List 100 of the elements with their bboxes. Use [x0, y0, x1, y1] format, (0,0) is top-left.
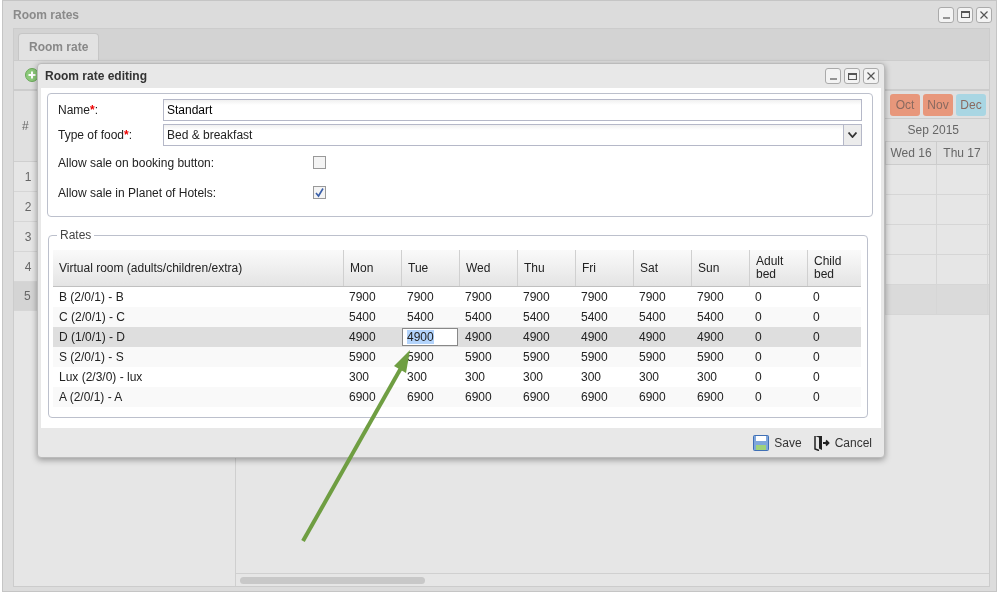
table-cell: 5900	[581, 350, 608, 364]
field-label: Allow sale on booking button:	[58, 155, 216, 170]
table-cell: 300	[697, 370, 718, 384]
table-row[interactable]: A (2/0/1) - A 6900 6900 6900 6900 6900 6900 6900 0 0	[53, 387, 861, 407]
table-cell: 5900	[407, 350, 434, 364]
table-cell: 300	[465, 370, 486, 384]
table-cell: 0	[755, 290, 762, 304]
column-header: Thu	[517, 250, 575, 286]
table-cell: 5900	[465, 350, 492, 364]
table-cell: 5400	[407, 310, 434, 324]
checkbox[interactable]	[313, 156, 326, 169]
maximize-button[interactable]	[957, 6, 973, 23]
table-cell: 0	[813, 330, 820, 344]
table-cell: 300	[407, 370, 428, 384]
field-label: Name	[58, 103, 90, 117]
table-cell: D (1/0/1) - D	[59, 330, 125, 344]
row-number: 3	[24, 229, 32, 244]
table-cell: 4900	[697, 330, 724, 344]
column-header: Sat	[633, 250, 691, 286]
table-cell: 7900	[697, 290, 724, 304]
table-cell: 0	[755, 390, 762, 404]
colon-label: :	[94, 103, 99, 117]
close-button[interactable]	[863, 68, 879, 84]
maximize-button[interactable]	[844, 68, 860, 84]
table-cell: 5900	[523, 350, 550, 364]
table-cell: 6900	[697, 390, 724, 404]
table-cell: 300	[639, 370, 660, 384]
column-header: #	[22, 119, 29, 133]
table-cell: 6900	[349, 390, 376, 404]
maximize-icon	[960, 11, 970, 18]
row-number: 2	[24, 199, 32, 214]
table-cell: 0	[813, 310, 820, 324]
column-header: Thu 17	[936, 142, 988, 164]
table-cell: 4900	[465, 330, 492, 344]
table-row[interactable]: B (2/0/1) - B 7900 7900 7900 7900 7900 7900 7900 0 0	[53, 287, 861, 307]
table-cell: 4900	[349, 330, 376, 344]
table-cell: 7900	[349, 290, 376, 304]
table-cell: 0	[755, 370, 762, 384]
table-cell: 5400	[465, 310, 492, 324]
row-number: 1	[24, 169, 32, 184]
column-header: Virtual room (adults/children/extra)	[58, 259, 244, 277]
table-cell: 0	[813, 390, 820, 404]
table-row[interactable]: C (2/0/1) - C 5400 5400 5400 5400 5400 5400 5400 0 0	[53, 307, 861, 327]
table-cell: 5400	[349, 310, 376, 324]
column-header: Fri	[575, 250, 633, 286]
table-cell: 5900	[639, 350, 666, 364]
checkbox[interactable]	[313, 186, 326, 199]
minimize-icon	[829, 78, 837, 80]
table-cell: 300	[581, 370, 602, 384]
cancel-button[interactable]: Cancel	[813, 434, 872, 451]
close-icon	[867, 72, 875, 80]
caret-icon	[848, 132, 857, 138]
table-cell: 4900	[581, 330, 608, 344]
row-number: 4	[24, 259, 32, 274]
table-cell: Lux (2/3/0) - lux	[59, 370, 143, 384]
text-field[interactable]: Standart	[163, 99, 862, 121]
table-cell: 0	[813, 290, 820, 304]
table-cell: 0	[755, 330, 762, 344]
table-cell: 5400	[639, 310, 666, 324]
table-cell: 7900	[407, 290, 434, 304]
table-cell: 5400	[581, 310, 608, 324]
colon-label: :	[128, 128, 133, 142]
field-label: Allow sale in Planet of Hotels:	[58, 185, 218, 200]
table-cell: 0	[813, 370, 820, 384]
table-cell: 4900	[523, 330, 550, 344]
required-mark: *	[124, 128, 129, 142]
dialog-title: Room rate editing	[45, 69, 147, 83]
close-icon	[980, 10, 988, 19]
table-cell: C (2/0/1) - C	[59, 310, 125, 324]
cell-editor[interactable]: 4900	[402, 328, 458, 346]
column-header: Child bed	[807, 250, 865, 286]
table-row[interactable]: S (2/0/1) - S 5900 5900 5900 5900 5900 5900 5900 0 0	[53, 347, 861, 367]
column-header: Mon	[343, 250, 401, 286]
minimize-icon	[942, 16, 950, 19]
table-row[interactable]: Lux (2/3/0) - lux 300 300 300 300 300 300 300 0 0	[53, 367, 861, 387]
table-cell: 0	[813, 350, 820, 364]
dropdown-field[interactable]: Bed & breakfast	[163, 124, 862, 146]
table-cell: 6900	[465, 390, 492, 404]
table-cell: A (2/0/1) - A	[59, 390, 123, 404]
table-cell: S (2/0/1) - S	[59, 350, 124, 364]
column-header: Adult bed	[749, 250, 807, 286]
month-header: Sep 2015	[907, 123, 959, 137]
table-cell: 5900	[349, 350, 376, 364]
table-row[interactable]: D (1/0/1) - D 4900 4900 4900 4900 4900 4900 4900 0 0	[53, 327, 861, 347]
table-cell: B (2/0/1) - B	[59, 290, 124, 304]
table-cell: 0	[755, 350, 762, 364]
table-cell: 5400	[523, 310, 550, 324]
scrollbar-thumb[interactable]	[240, 577, 425, 584]
table-cell: 6900	[407, 390, 434, 404]
exit-door-icon	[813, 434, 830, 451]
table-cell: 5900	[697, 350, 724, 364]
column-header: Sun	[691, 250, 749, 286]
table-cell: 0	[755, 310, 762, 324]
maximize-icon	[847, 72, 857, 80]
required-mark: *	[90, 103, 95, 117]
close-button[interactable]	[976, 6, 992, 23]
save-button[interactable]: Save	[753, 434, 802, 451]
table-cell: 6900	[581, 390, 608, 404]
table-cell: 6900	[523, 390, 550, 404]
table-cell: 7900	[523, 290, 550, 304]
